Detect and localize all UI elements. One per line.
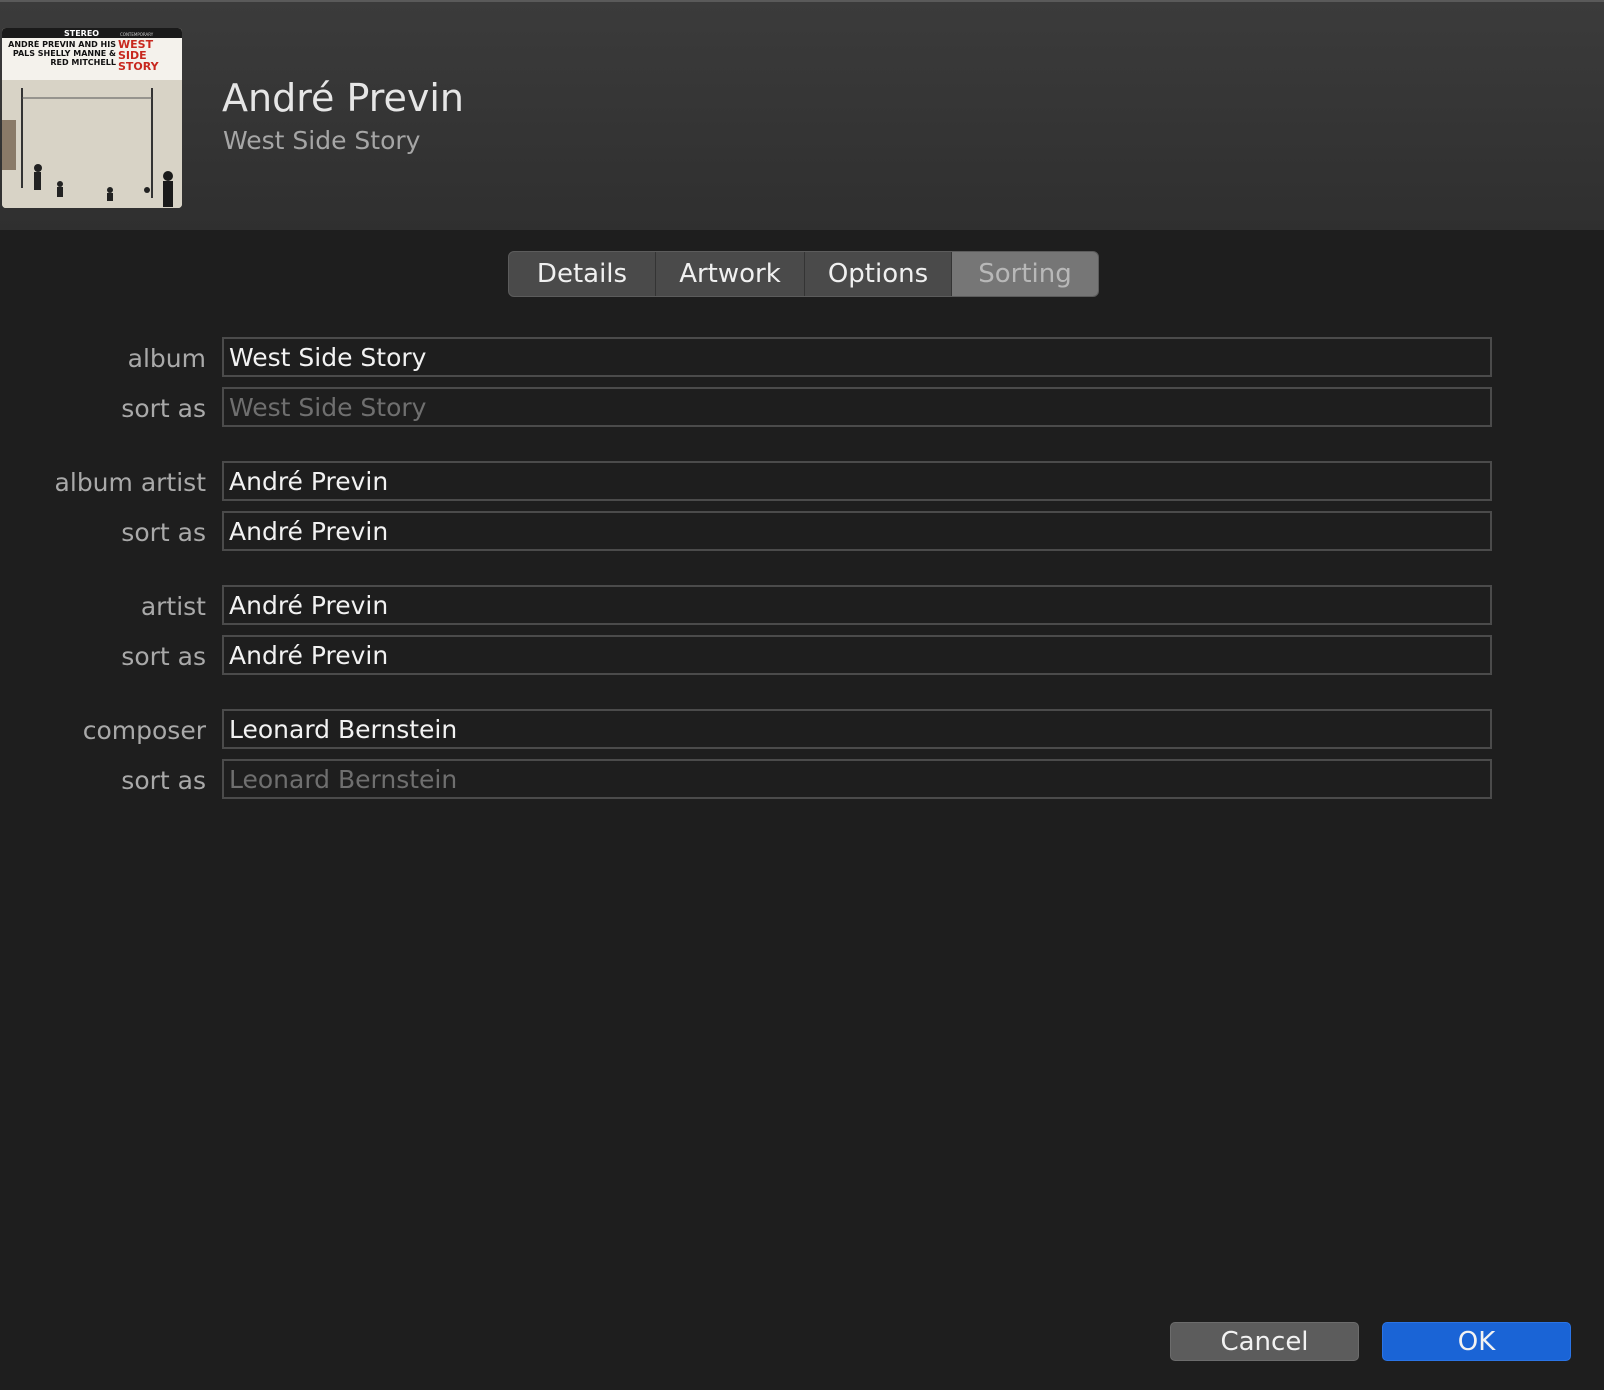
composer-sort-row: sort as	[0, 759, 1500, 799]
tab-sorting[interactable]: Sorting	[952, 252, 1098, 296]
album-artist-field[interactable]	[222, 461, 1492, 501]
album-artwork[interactable]: STEREO CONTEMPORARY ANDRÉ PREVIN AND HIS…	[2, 28, 182, 208]
composer-row: composer	[0, 709, 1500, 749]
header-subtitle: West Side Story	[223, 126, 421, 155]
artist-sort-field[interactable]	[222, 635, 1492, 675]
album-sort-label: sort as	[121, 394, 206, 423]
artist-label: artist	[140, 592, 206, 621]
tab-artwork[interactable]: Artwork	[656, 252, 805, 296]
artist-field[interactable]	[222, 585, 1492, 625]
cancel-button[interactable]: Cancel	[1170, 1322, 1359, 1361]
cover-line-1: STEREO	[64, 29, 99, 38]
artist-sort-label: sort as	[121, 642, 206, 671]
composer-sort-label: sort as	[121, 766, 206, 795]
album-artist-sort-field[interactable]	[222, 511, 1492, 551]
album-artist-sort-label: sort as	[121, 518, 206, 547]
ok-button[interactable]: OK	[1382, 1322, 1571, 1361]
cover-title: WEST SIDE STORY	[118, 39, 159, 73]
cover-line-2: CONTEMPORARY	[120, 32, 154, 37]
album-cover-image: STEREO CONTEMPORARY ANDRÉ PREVIN AND HIS…	[2, 28, 182, 208]
cover-names: ANDRÉ PREVIN AND HIS PALS SHELLY MANNE &…	[8, 40, 116, 67]
album-artist-label: album artist	[54, 468, 206, 497]
album-sort-field[interactable]	[222, 387, 1492, 427]
artist-row: artist	[0, 585, 1500, 625]
dialog-header: STEREO CONTEMPORARY ANDRÉ PREVIN AND HIS…	[0, 0, 1604, 230]
header-title: André Previn	[222, 76, 464, 120]
composer-label: composer	[82, 716, 206, 745]
info-dialog: STEREO CONTEMPORARY ANDRÉ PREVIN AND HIS…	[0, 0, 1604, 1390]
artist-sort-row: sort as	[0, 635, 1500, 675]
tab-options[interactable]: Options	[805, 252, 952, 296]
album-artist-row: album artist	[0, 461, 1500, 501]
album-artist-sort-row: sort as	[0, 511, 1500, 551]
composer-field[interactable]	[222, 709, 1492, 749]
album-sort-row: sort as	[0, 387, 1500, 427]
album-label: album	[127, 344, 206, 373]
album-row: album	[0, 337, 1500, 377]
tab-bar: Details Artwork Options Sorting	[508, 251, 1099, 297]
album-field[interactable]	[222, 337, 1492, 377]
composer-sort-field[interactable]	[222, 759, 1492, 799]
tab-details[interactable]: Details	[509, 252, 656, 296]
